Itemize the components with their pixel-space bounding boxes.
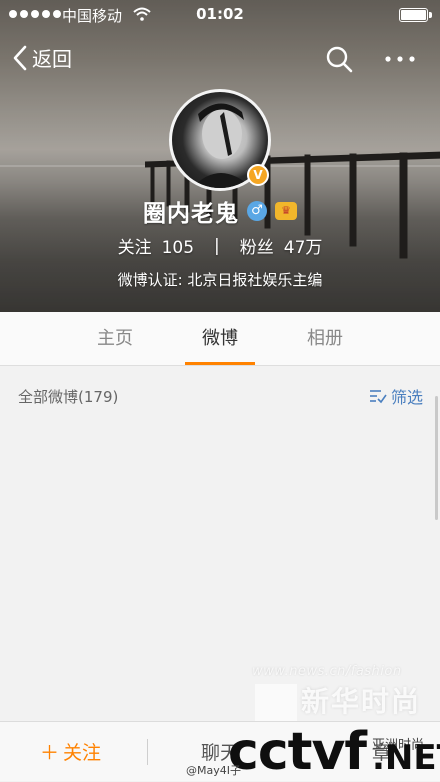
member-crown-icon: ♛ [275,202,297,220]
verification-info: 微博认证: 北京日报社娱乐主编 [117,271,323,289]
following-label: 关注 [117,238,152,258]
more-icon[interactable] [380,42,420,76]
nav-bar: 返回 [0,40,440,80]
watermark-xinhua: 新华时尚 [255,680,425,724]
status-bar: 中国移动 01:02 [0,0,440,30]
feed-header: 全部微博(179) 筛选 [0,366,440,424]
tab-weibo[interactable]: 微博 [185,312,255,365]
followers-label: 粉丝 [239,238,274,258]
watermark-site-url: www.news.cn/fashion [252,664,402,679]
tab-home[interactable]: 主页 [80,312,150,365]
watermark-xinhua-text: 新华时尚 [301,685,422,718]
follow-button[interactable]: ＋ 关注 [40,738,101,765]
chevron-left-icon [13,45,27,70]
follow-label: 关注 [63,742,102,764]
male-icon: ♂ [247,201,267,221]
following-count: 105 [161,238,195,258]
name-row: 圈内老鬼 ♂ ♛ [0,194,440,228]
status-time: 01:02 [196,5,244,23]
watermark-cctv-net: .NET [372,738,440,778]
stats-row: 关注 105 | 粉丝 47万 [0,233,440,259]
filter-icon [369,390,387,404]
filter-label: 筛选 [390,388,423,407]
back-button[interactable]: 返回 [12,43,72,72]
feed-count: 全部微博(179) [18,388,119,406]
followers-stat[interactable]: 粉丝 47万 [240,233,323,258]
search-icon[interactable] [322,42,356,76]
profile-tabs: 主页 微博 相册 [0,312,440,366]
profile-name: 圈内老鬼 [143,201,239,227]
scrollbar[interactable] [435,396,438,520]
tab-album[interactable]: 相册 [290,312,360,365]
stats-separator: | [214,235,220,256]
followers-count: 47万 [283,238,323,258]
verified-badge: V [247,164,269,186]
plus-icon: ＋ [40,742,60,764]
battery-icon [399,8,432,22]
filter-button[interactable]: 筛选 [369,384,423,408]
watermark-cctv-logo: cctvf [228,722,367,782]
back-label: 返回 [32,47,72,71]
watermark-weibo-handle: @May4Ⅰ子 [186,764,241,777]
following-stat[interactable]: 关注 105 [118,233,194,258]
divider [147,739,148,765]
